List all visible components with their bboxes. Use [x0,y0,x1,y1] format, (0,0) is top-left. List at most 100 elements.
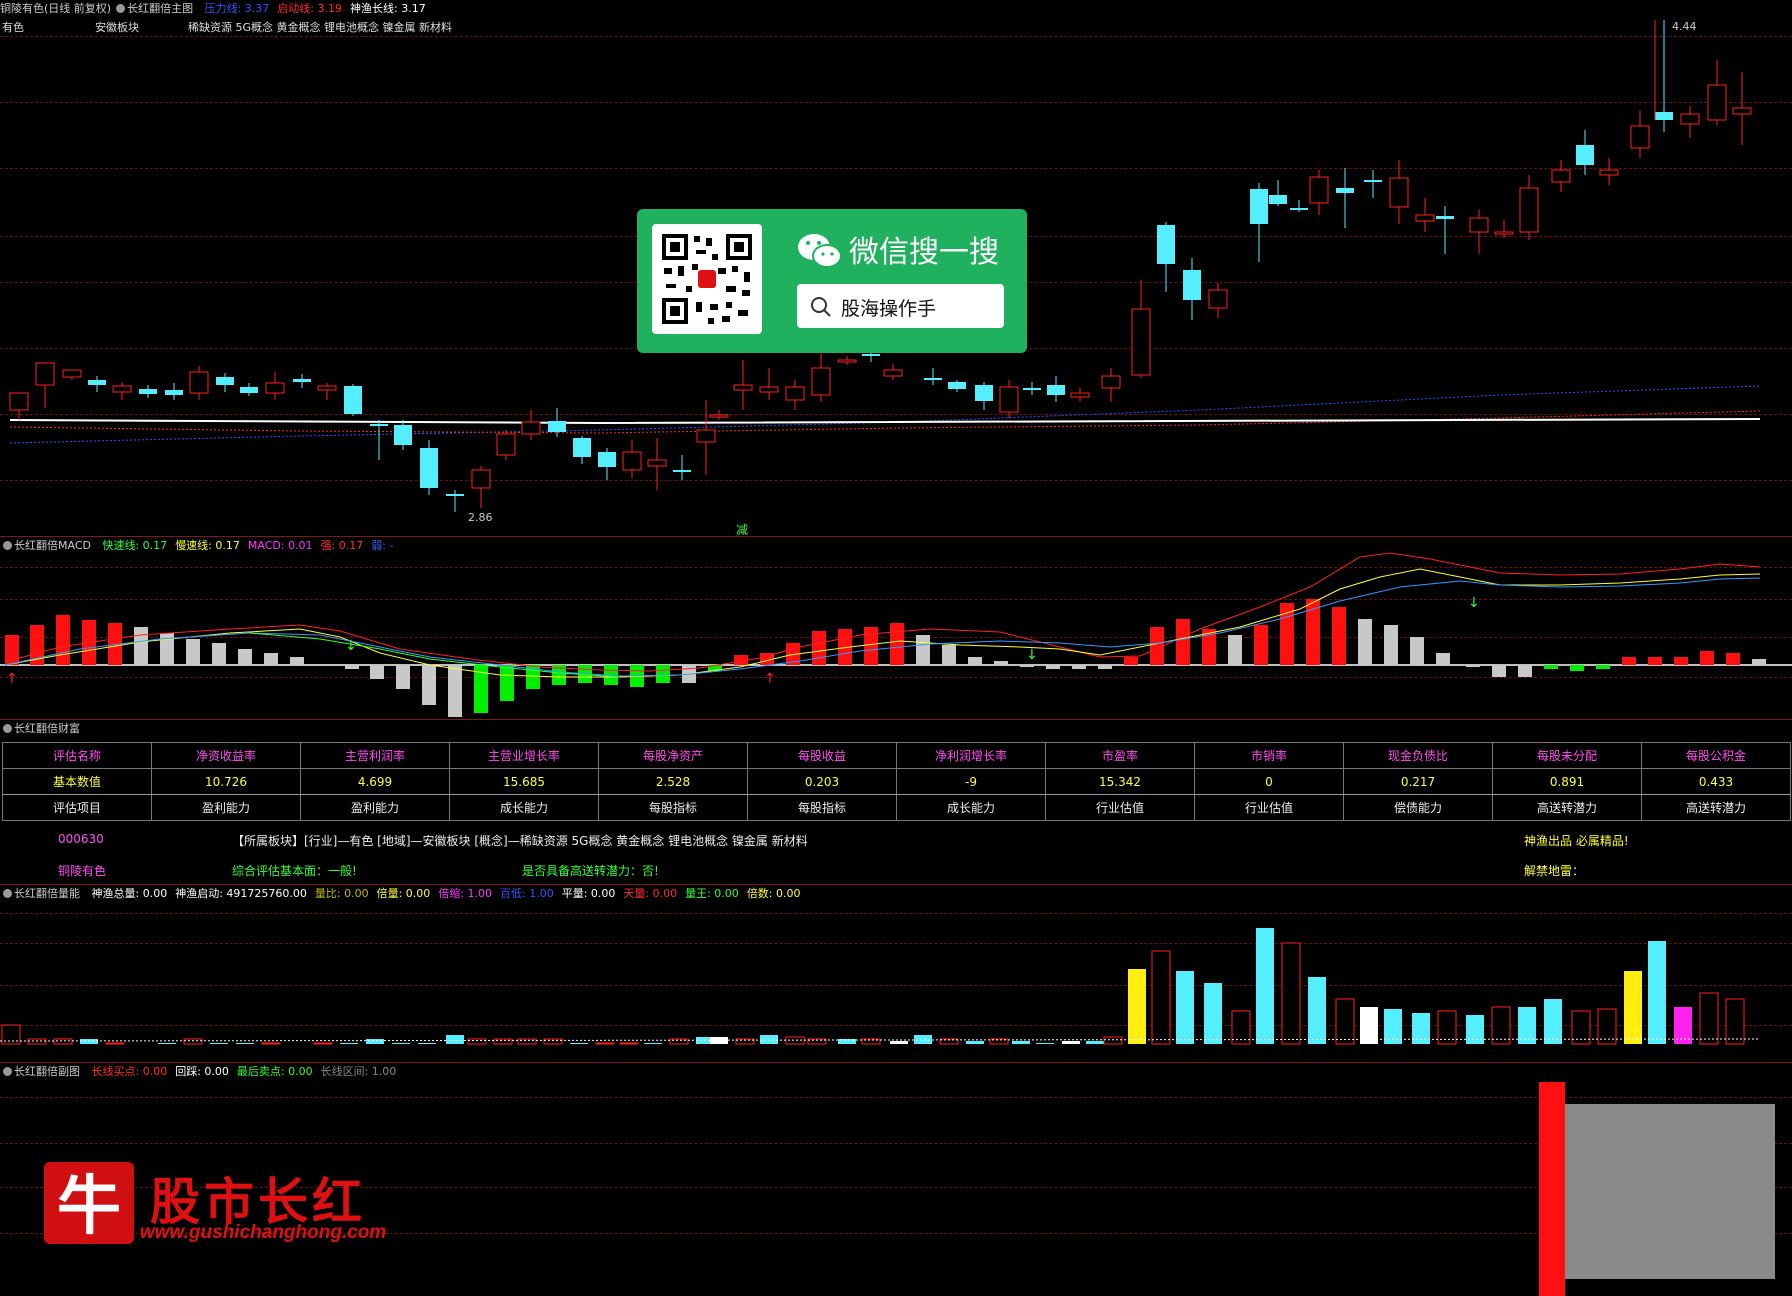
candle-body [975,385,993,401]
sub-value-0: 长线买点: 0.00 [91,1065,168,1078]
macd-bar [1410,637,1424,665]
brand-logo: 牛 [40,1154,138,1252]
candle-body [446,494,464,496]
candle-body [265,382,285,394]
candle-body [1131,308,1151,376]
fundamental-eval: 综合评估基本面：一般! [232,864,357,878]
macd-bar [1098,665,1112,669]
volume-bar [236,1043,254,1044]
volume-bar [1231,1010,1251,1045]
candle-body [1732,107,1752,115]
volume-bar [1256,928,1274,1044]
candle-body [35,362,55,386]
candle-body [1070,392,1090,398]
volume-bar [446,1035,464,1044]
macd-bar [1700,651,1714,665]
wechat-search-box[interactable]: 股海操作手 [797,284,1004,328]
macd-bar [1124,657,1138,665]
candle-body [317,385,337,391]
finance-cell: 市销率 [1194,742,1344,769]
sub-toggle-icon[interactable] [3,1067,12,1076]
macd-bar [1176,619,1190,665]
sub-header: 长红翻倍副图 长线买点: 0.00 回踩: 0.00 最后卖点: 0.00 长线区间:… [0,1065,400,1079]
finance-table: 评估名称 净资收益率 主营利润率 主营业增长率 每股净资产 每股收益 净利润增长率 市盈率 市销… [2,742,1791,821]
finance-toggle-icon[interactable] [3,724,12,733]
candle-body [733,384,753,391]
volume-bar [183,1038,203,1045]
sub-name[interactable]: 长红翻倍副图 [14,1065,80,1078]
candle-body [709,414,729,418]
macd-bar [134,627,148,665]
candle-body [1309,176,1329,204]
macd-bar [290,657,304,665]
macd-bar [345,665,359,669]
volume-bar [210,1043,228,1044]
candle-body [9,392,29,411]
macd-bar [864,627,878,665]
qr-code[interactable] [652,224,762,334]
volume-bar [1086,1041,1104,1044]
volume-bar [1128,969,1146,1044]
volume-bar [517,1038,537,1045]
finance-cell: 盈利能力 [151,794,301,821]
candle-body [1290,208,1308,210]
macd-bar [1648,657,1662,665]
macd-bar [1384,625,1398,665]
high-send-potential: 是否具备高送转潜力：否! [522,864,659,878]
volume-bar [1062,1041,1080,1044]
finance-cell: 每股净资产 [598,742,748,769]
search-icon [811,297,831,317]
sub-values: 长线买点: 0.00 回踩: 0.00 最后卖点: 0.00 长线区间: 1.00 [86,1065,399,1078]
stock-name: 铜陵有色 [58,864,107,878]
volume-bar [105,1042,125,1045]
macd-bar [942,645,956,665]
candle-body [622,451,642,471]
candle-body [1599,169,1619,176]
candle-body [1415,214,1435,222]
finance-name[interactable]: 长红翻倍财富 [14,722,80,735]
macd-bar [656,665,670,683]
finance-cell: 每股公积金 [1641,742,1791,769]
macd-bar [994,661,1008,665]
volume-bar [27,1038,47,1045]
candle-body [1551,169,1571,183]
finance-cell: 成长能力 [896,794,1046,821]
finance-cell: 净利润增长率 [896,742,1046,769]
candle-body [293,379,311,382]
candle-body [673,470,691,472]
candle-body [1630,125,1650,149]
volume-bar [1648,941,1666,1044]
wechat-search-banner[interactable]: 微信搜一搜 股海操作手 [637,209,1027,353]
volume-chart[interactable] [0,885,1792,1062]
volume-bar [53,1038,73,1045]
macd-bar [890,623,904,665]
volume-bar [890,1041,908,1044]
volume-bar [1491,1006,1511,1045]
volume-bar [1699,992,1719,1045]
volume-bar [340,1043,358,1044]
candle-body [1101,375,1121,389]
volume-bar [644,1043,662,1044]
finance-cell: 主营利润率 [300,742,450,769]
finance-cell: 2.528 [598,768,748,795]
volume-bar [1360,1007,1378,1044]
sector-info: 【所属板块】[行业]—有色 [地域]—安徽板块 [概念]—稀缺资源 5G概念 黄… [232,834,808,848]
volume-bar [619,1042,639,1045]
candle-body [1250,189,1268,224]
volume-bar [158,1043,176,1044]
volume-bar [1725,998,1745,1045]
finance-cell: -9 [896,768,1046,795]
finance-cell: 0.217 [1343,768,1493,795]
finance-cell: 评估项目 [2,794,152,821]
finance-cell: 0.203 [747,768,897,795]
finance-cell: 市盈率 [1045,742,1195,769]
candle-body [598,452,616,467]
finance-cell: 4.699 [300,768,450,795]
finance-cell: 净资收益率 [151,742,301,769]
volume-bar [1308,977,1326,1044]
logo-glyph: 牛 [57,1169,121,1244]
volume-bar [467,1038,487,1045]
macd-chart[interactable]: ↑ ↓ ↑ ↓ ↓ [0,537,1792,717]
volume-bar [1674,1007,1692,1044]
volume-bar [1151,950,1171,1045]
